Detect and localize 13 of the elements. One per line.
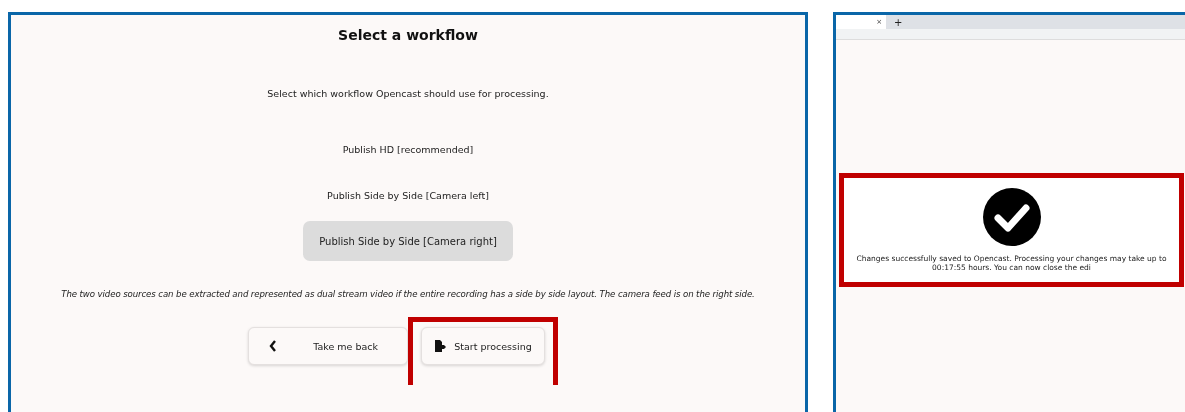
- workflow-option[interactable]: Publish HD [recommended]: [330, 139, 486, 159]
- check-circle-icon: [982, 188, 1041, 246]
- instruction-text: Select which workflow Opencast should use for processing.: [267, 88, 549, 99]
- workflow-description: The two video sources can be extracted and represented as dual stream video if the entire recording has a side by side layout. The camera feed is on the right side.: [61, 289, 755, 299]
- new-tab-button[interactable]: +: [894, 16, 903, 28]
- workflow-option[interactable]: Publish Side by Side [Camera right]: [303, 221, 513, 261]
- chevron-left-icon: [269, 340, 278, 352]
- start-processing-button[interactable]: Start processing: [421, 327, 545, 365]
- address-bar[interactable]: [836, 29, 1185, 40]
- file-export-icon: [434, 340, 447, 352]
- workflow-option[interactable]: Publish Side by Side [Camera left]: [315, 185, 501, 205]
- dialog-title: Select a workflow: [338, 27, 478, 43]
- back-button[interactable]: Take me back: [248, 327, 409, 365]
